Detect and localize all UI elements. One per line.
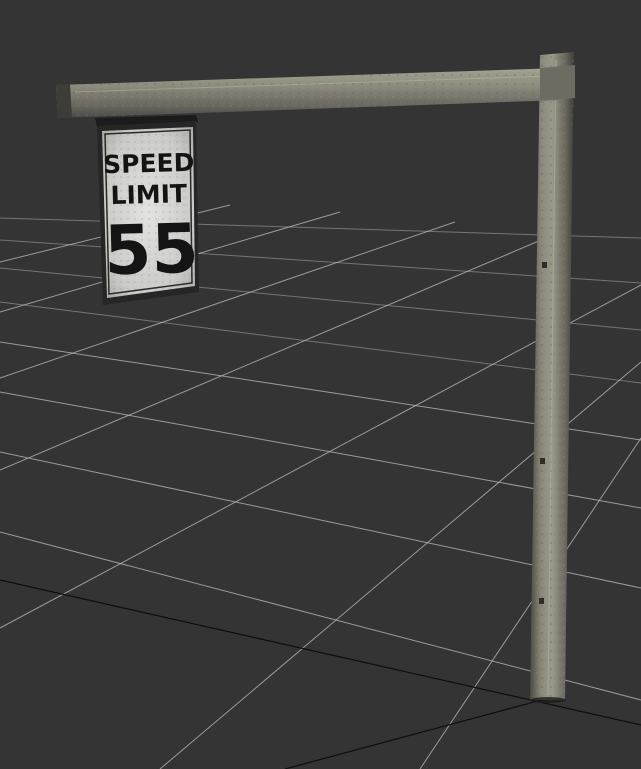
3d-viewport[interactable]: SPEED LIMIT 55 [0,0,641,769]
viewport-scene[interactable]: SPEED LIMIT 55 [0,0,641,769]
grid-axis-line [284,694,561,769]
sign-line1-text: SPEED [103,148,195,179]
speed-limit-sign[interactable]: SPEED LIMIT 55 [95,115,200,305]
sign-line2-text: LIMIT [110,179,187,210]
grid-line [0,231,561,471]
grid-line [159,361,641,769]
sign-speed-text: 55 [103,210,200,291]
sign-arm[interactable] [56,65,575,118]
sign-pole[interactable] [530,52,574,703]
